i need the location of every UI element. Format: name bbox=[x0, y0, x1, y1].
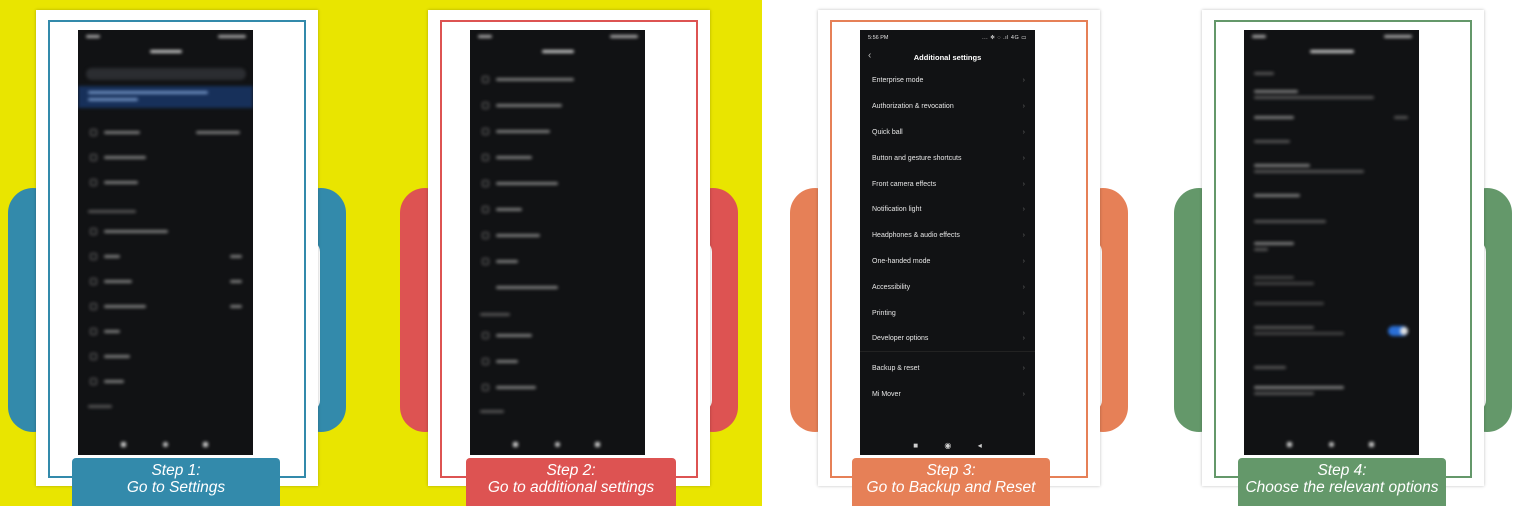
back-icon[interactable]: ◂ bbox=[978, 441, 982, 450]
item-label: Notification light bbox=[872, 206, 922, 214]
chevron-right-icon: › bbox=[1022, 283, 1025, 291]
settings-item-developer-options[interactable]: Developer options › bbox=[860, 326, 1035, 352]
android-nav-bar: ■ ◉ ◂ bbox=[860, 435, 1035, 455]
settings-item-authorization[interactable]: Authorization & revocation › bbox=[860, 94, 1035, 120]
step1-label: Step 1: Go to Settings bbox=[72, 458, 280, 506]
settings-item-printing[interactable]: Printing › bbox=[860, 300, 1035, 326]
item-label: Quick ball bbox=[872, 128, 903, 136]
chevron-right-icon: › bbox=[1022, 232, 1025, 240]
step3-label: Step 3: Go to Backup and Reset bbox=[852, 458, 1050, 506]
chevron-right-icon: › bbox=[1022, 128, 1025, 136]
item-label: Developer options bbox=[872, 334, 929, 342]
item-label: Accessibility bbox=[872, 283, 911, 291]
chevron-right-icon: › bbox=[1022, 365, 1025, 373]
item-label: Backup & reset bbox=[872, 365, 920, 373]
step1-subtitle: Go to Settings bbox=[126, 479, 226, 496]
screen-title: Additional settings bbox=[913, 52, 982, 62]
back-arrow-icon[interactable]: ‹ bbox=[868, 50, 871, 61]
home-icon[interactable]: ◉ bbox=[944, 441, 951, 450]
step2-phone-screenshot bbox=[470, 30, 645, 455]
step2-subtitle: Go to additional settings bbox=[487, 479, 655, 496]
item-label: Headphones & audio effects bbox=[872, 232, 960, 240]
step4-phone-screenshot bbox=[1244, 30, 1419, 455]
step4-title: Step 4: bbox=[1317, 462, 1367, 479]
chevron-right-icon: › bbox=[1022, 180, 1025, 188]
step3-panel: 5:56 PM ... ✻ ◌ .ıl 4G ▭ ‹ Additional se… bbox=[782, 0, 1162, 506]
step2-label: Step 2: Go to additional settings bbox=[466, 458, 676, 506]
item-label: Enterprise mode bbox=[872, 77, 924, 85]
chevron-right-icon: › bbox=[1022, 206, 1025, 214]
settings-item-headphones-audio[interactable]: Headphones & audio effects › bbox=[860, 223, 1035, 249]
settings-item-accessibility[interactable]: Accessibility › bbox=[860, 274, 1035, 300]
chevron-right-icon: › bbox=[1022, 257, 1025, 265]
step1-phone-screenshot bbox=[78, 30, 253, 455]
step4-card bbox=[1202, 10, 1484, 486]
step1-title: Step 1: bbox=[151, 462, 201, 479]
step4-panel: Step 4: Choose the relevant options bbox=[1166, 0, 1518, 506]
settings-item-notification-light[interactable]: Notification light › bbox=[860, 197, 1035, 223]
item-label: One-handed mode bbox=[872, 257, 931, 265]
step2-title: Step 2: bbox=[546, 462, 596, 479]
step3-subtitle: Go to Backup and Reset bbox=[866, 479, 1036, 496]
step2-card bbox=[428, 10, 710, 486]
step1-panel: Step 1: Go to Settings bbox=[0, 0, 380, 506]
chevron-right-icon: › bbox=[1022, 309, 1025, 317]
settings-item-backup-reset[interactable]: Backup & reset › bbox=[860, 356, 1035, 382]
status-icons: ... ✻ ◌ .ıl 4G ▭ bbox=[982, 35, 1027, 41]
step3-phone-screenshot: 5:56 PM ... ✻ ◌ .ıl 4G ▭ ‹ Additional se… bbox=[860, 30, 1035, 455]
status-time: 5:56 PM bbox=[868, 35, 889, 41]
step4-label: Step 4: Choose the relevant options bbox=[1238, 458, 1446, 506]
chevron-right-icon: › bbox=[1022, 334, 1025, 342]
step3-card: 5:56 PM ... ✻ ◌ .ıl 4G ▭ ‹ Additional se… bbox=[818, 10, 1100, 486]
item-label: Authorization & revocation bbox=[872, 103, 954, 111]
settings-item-quick-ball[interactable]: Quick ball › bbox=[860, 120, 1035, 146]
chevron-right-icon: › bbox=[1022, 390, 1025, 398]
screen-header: ‹ Additional settings bbox=[860, 46, 1035, 68]
item-label: Button and gesture shortcuts bbox=[872, 154, 962, 162]
chevron-right-icon: › bbox=[1022, 103, 1025, 111]
step1-card bbox=[36, 10, 318, 486]
settings-item-mi-mover[interactable]: Mi Mover › bbox=[860, 382, 1035, 408]
settings-item-enterprise-mode[interactable]: Enterprise mode › bbox=[860, 68, 1035, 94]
settings-item-front-camera-effects[interactable]: Front camera effects › bbox=[860, 171, 1035, 197]
recents-icon[interactable]: ■ bbox=[913, 441, 918, 450]
item-label: Printing bbox=[872, 309, 896, 317]
settings-item-button-gesture-shortcuts[interactable]: Button and gesture shortcuts › bbox=[860, 145, 1035, 171]
settings-item-one-handed-mode[interactable]: One-handed mode › bbox=[860, 249, 1035, 275]
step3-title: Step 3: bbox=[926, 462, 976, 479]
item-label: Front camera effects bbox=[872, 180, 937, 188]
step2-panel: Step 2: Go to additional settings bbox=[392, 0, 772, 506]
chevron-right-icon: › bbox=[1022, 77, 1025, 85]
step4-subtitle: Choose the relevant options bbox=[1245, 479, 1439, 496]
item-label: Mi Mover bbox=[872, 390, 901, 398]
status-bar: 5:56 PM ... ✻ ◌ .ıl 4G ▭ bbox=[860, 30, 1035, 46]
chevron-right-icon: › bbox=[1022, 154, 1025, 162]
